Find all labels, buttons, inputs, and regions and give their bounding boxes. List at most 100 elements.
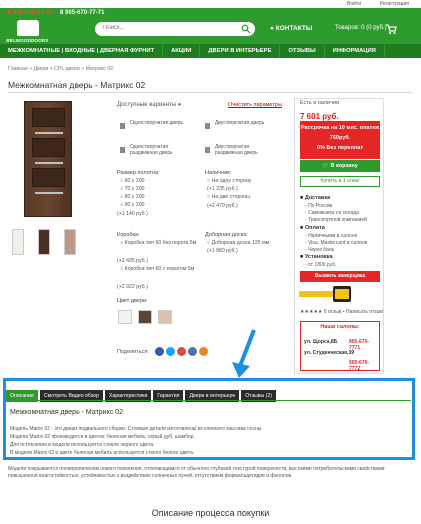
header: 8 905-670-77-72 8 905-670-77-71 BELWOODD… (0, 8, 421, 44)
thumbnail-light[interactable] (64, 229, 76, 255)
nav-item-reviews[interactable]: ОТЗЫВЫ (280, 44, 325, 58)
login-link[interactable]: Войти (347, 1, 361, 7)
size-option[interactable]: ○ 90 х 200 (120, 202, 144, 208)
phone-2[interactable]: 8 905-670-77-71 (60, 10, 104, 16)
tape-measure-icon (299, 286, 351, 302)
frame-option[interactable]: ○ Коробка тип 60 с порогом 5м (120, 266, 200, 272)
variant-single[interactable]: Одностворчатая дверь (130, 120, 185, 126)
house-logo-icon (17, 20, 39, 36)
extension-option[interactable]: ○ Доборная доска 125 мм (207, 240, 269, 246)
vk-icon[interactable] (188, 347, 197, 356)
store-phone[interactable]: 905-670-7772 (349, 360, 379, 372)
description-line: Для остекления в модели используется сте… (10, 442, 155, 448)
thumbnail-white[interactable] (12, 229, 24, 255)
twitter-icon[interactable] (166, 347, 175, 356)
in-stock-label: Есть в наличии (300, 100, 340, 106)
description-line: В модели Matrix 02 в цвете беленая мебил… (10, 450, 195, 456)
size-option[interactable]: ○ 60 х 200 (120, 178, 144, 184)
search-input[interactable] (103, 25, 233, 31)
phone-1[interactable]: 8 905-670-77-72 (8, 10, 52, 16)
door-panel (32, 138, 65, 157)
payment-item: - Через банк (305, 247, 334, 253)
store-address: ул. Студенческая,39 (304, 350, 355, 356)
door-panel (32, 108, 65, 127)
breadcrumb[interactable]: Главная » Двери » CPL двери » Матрикс 02 (8, 66, 113, 72)
search-icon[interactable] (241, 24, 251, 34)
size-extra-price: (+1 140 руб.) (117, 211, 148, 217)
add-to-cart-button[interactable]: 🛒 В корзину (300, 160, 380, 172)
share-label: Поделиться: (117, 349, 149, 355)
clear-params-link[interactable]: Очистить параметры (228, 102, 282, 108)
search-box[interactable] (95, 22, 255, 36)
double-door-icon (205, 123, 210, 129)
delivery-item: - По России (305, 203, 333, 209)
installment-banner[interactable]: Рассрочка на 10 мес. платеж 760руб. 0% Б… (300, 121, 380, 159)
glass-strip (35, 192, 63, 194)
door-panel (32, 168, 65, 187)
coating-paragraph: Модели покрываются полипропиленом нового… (8, 466, 386, 479)
trim-label: Наличник: (205, 170, 232, 176)
variant-single-sliding[interactable]: Одностворчатая раздвижная дверь (130, 144, 190, 156)
color-swatch-brown[interactable] (138, 310, 152, 324)
variant-double[interactable]: Двустворчатая дверь (215, 120, 270, 126)
trim-option[interactable]: ○ На две стороны (207, 194, 250, 200)
store-address: ул. Щорса,8Б (304, 339, 338, 345)
nav-item-interior[interactable]: ДВЕРИ В ИНТЕРЬЕРЕ (200, 44, 281, 58)
one-click-buy-button[interactable]: Купить в 1 клик! (300, 176, 380, 187)
cart-summary[interactable]: Товаров: 0 (0 руб.) (335, 24, 397, 34)
google-plus-icon[interactable] (177, 347, 186, 356)
nav-item-info[interactable]: ИНФОРМАЦИЯ (325, 44, 385, 58)
glass-strip (35, 132, 63, 134)
description-line: Модели Matrix 02 производится в цветах: … (10, 434, 195, 440)
thumbnail-brown[interactable] (38, 229, 50, 255)
nav-item-sales[interactable]: АКЦИИ (163, 44, 201, 58)
single-door-icon (120, 123, 125, 129)
glass-strip (35, 162, 63, 164)
location-pin-icon: ● (270, 25, 274, 32)
color-swatch-white[interactable] (118, 310, 132, 324)
description-title: Межкомнатная дверь - Матрикс 02 (10, 409, 123, 416)
sliding-door-icon (120, 147, 125, 153)
header-phones: 8 905-670-77-72 8 905-670-77-71 (8, 10, 110, 16)
frame-price: (+2 922 руб.) (117, 284, 148, 290)
frame-price: (+2 435 руб.) (117, 258, 148, 264)
double-sliding-door-icon (205, 147, 210, 153)
size-option[interactable]: ○ 70 х 200 (120, 186, 144, 192)
main-nav: МЕЖКОМНАТНЫЕ | ВХОДНЫЕ | ДВЕРНАЯ ФУРНИТ … (0, 44, 421, 58)
payment-item: - Наличными в салоне (305, 233, 358, 239)
color-swatch-beige[interactable] (158, 310, 172, 324)
odnoklassniki-icon[interactable] (199, 347, 208, 356)
top-bar: Войти Регистрация (0, 0, 421, 8)
cart-icon (386, 24, 397, 34)
payment-item: - Visa, Mastercard в салоне (305, 240, 368, 246)
extension-label: Доборная доска: (205, 232, 248, 238)
extension-price: (+1 860 руб.) (207, 248, 238, 254)
size-option[interactable]: ○ 80 х 200 (120, 194, 144, 200)
frame-option[interactable]: ○ Коробка тип 60 без порога 5м (120, 240, 200, 246)
call-measurer-button[interactable]: Вызвать замерщика БЕСПЛАТНО (300, 271, 380, 290)
rating[interactable]: ★★★★★ 0 отзыв • Написать отзыв (300, 309, 383, 315)
trim-option[interactable]: ○ На одну сторону (207, 178, 251, 184)
purchase-process-heading: Описание процесса покупки (151, 508, 270, 518)
product-image[interactable] (24, 101, 72, 217)
register-link[interactable]: Регистрация (380, 1, 409, 7)
stores-heading: Наши салоны: (320, 324, 360, 330)
info-icon: ● (177, 102, 182, 108)
install-heading: ■ Установка (300, 254, 333, 260)
install-item: - от 1800 руб. (305, 262, 337, 268)
delivery-item: - Самовывоз со склада (305, 210, 359, 216)
stores-box: Наши салоны: ул. Щорса,8Б 905-670-7771 у… (300, 321, 380, 372)
arrow-down-icon (232, 329, 256, 378)
tab-underline (6, 400, 411, 401)
trim-price: (+2 470 руб.) (207, 203, 238, 209)
size-label: Размер полотна: (117, 170, 160, 176)
payment-heading: ■ Оплата (300, 225, 325, 231)
variant-double-sliding[interactable]: Двустворчатая раздвижная дверь (215, 144, 275, 156)
facebook-icon[interactable] (155, 347, 164, 356)
nav-item-catalog[interactable]: МЕЖКОМНАТНЫЕ | ВХОДНЫЕ | ДВЕРНАЯ ФУРНИТ (0, 44, 164, 58)
frame-label: Коробка: (117, 232, 140, 238)
description-line: Модель Matrix 02 - это двери подвального… (10, 426, 263, 432)
contacts-link[interactable]: ● КОНТАКТЫ (270, 25, 312, 32)
delivery-heading: ■ Доставка (300, 195, 331, 201)
logo-text: BELWOODDOORS (6, 38, 49, 43)
